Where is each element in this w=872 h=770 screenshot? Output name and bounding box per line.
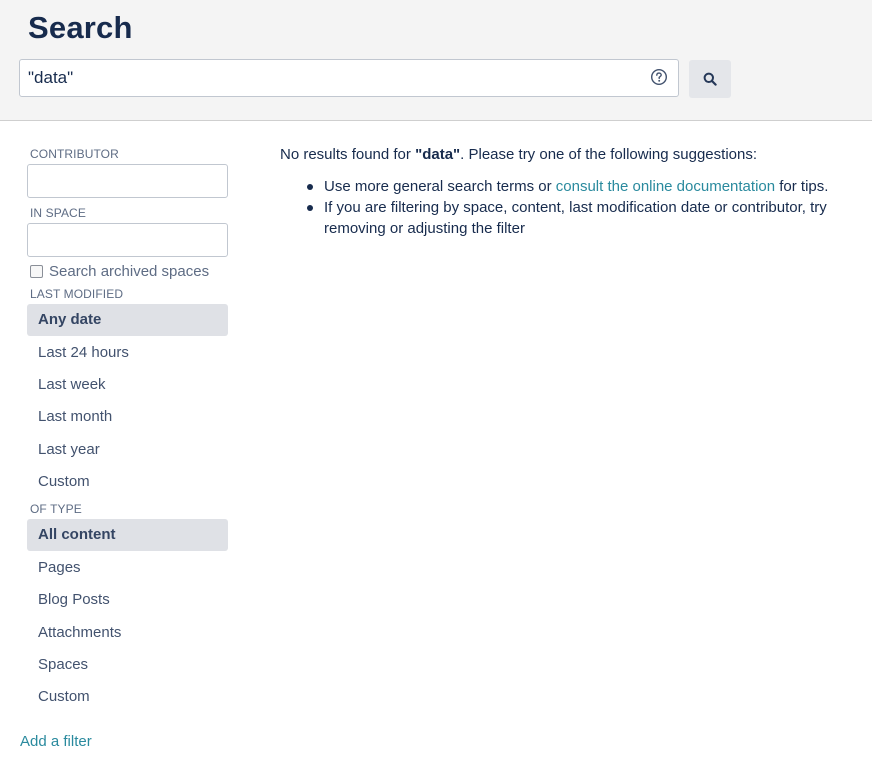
type-option-spaces[interactable]: Spaces [27,649,228,681]
type-option-attachments[interactable]: Attachments [27,617,228,649]
magnifier-icon [703,72,717,86]
online-documentation-link[interactable]: consult the online documentation [556,178,775,195]
search-box [19,59,679,97]
in-space-input[interactable] [27,223,228,257]
date-option-last-24-hours[interactable]: Last 24 hours [27,337,228,369]
no-results-message: No results found for "data". Please try … [280,145,860,165]
date-option-last-month[interactable]: Last month [27,401,228,433]
suggestion-item: If you are filtering by space, content, … [307,197,860,239]
suggestion-text: Use more general search terms or [324,178,556,195]
type-option-all-content[interactable]: All content [27,519,228,551]
type-option-pages[interactable]: Pages [27,552,228,584]
in-space-label: IN SPACE [30,206,86,220]
no-results-prefix: No results found for [280,146,416,163]
date-option-any-date[interactable]: Any date [27,304,228,336]
last-modified-label: LAST MODIFIED [30,287,124,301]
type-option-blog-posts[interactable]: Blog Posts [27,584,228,616]
contributor-label: CONTRIBUTOR [30,147,119,161]
archived-spaces-checkbox[interactable] [30,264,43,278]
suggestions-list: Use more general search terms or consult… [307,176,860,239]
results-area: No results found for "data". Please try … [280,145,860,239]
filter-sidebar: CONTRIBUTOR IN SPACE Search archived spa… [0,121,250,770]
of-type-label: OF TYPE [30,502,82,516]
search-button[interactable] [689,60,731,98]
suggestion-text: If you are filtering by space, content, … [324,199,827,237]
search-header: Search [0,0,872,121]
add-filter-link[interactable]: Add a filter [20,733,92,750]
page-title: Search [28,10,133,45]
date-option-last-week[interactable]: Last week [27,369,228,401]
date-option-custom[interactable]: Custom [27,466,228,498]
archived-spaces-label: Search archived spaces [49,262,210,280]
type-option-custom[interactable]: Custom [27,681,228,713]
question-circle-icon[interactable] [650,68,668,86]
no-results-suffix: . Please try one of the following sugges… [460,146,757,163]
contributor-input[interactable] [27,164,228,198]
suggestion-text: for tips. [775,178,829,195]
archived-spaces-row: Search archived spaces [30,262,209,280]
search-term: "data" [415,146,461,163]
date-option-last-year[interactable]: Last year [27,434,228,466]
suggestion-item: Use more general search terms or consult… [307,176,860,197]
search-input[interactable] [20,60,640,96]
